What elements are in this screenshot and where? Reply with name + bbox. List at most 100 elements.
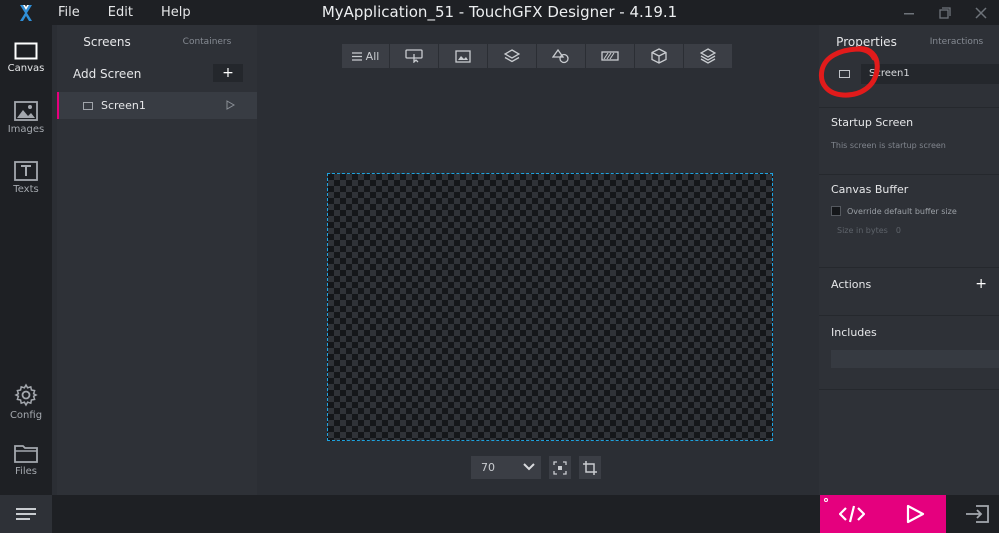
toolbar-all-button[interactable]: All — [342, 44, 390, 68]
screens-panel-tabs: Screens Containers — [57, 25, 257, 59]
menu-lines-icon — [16, 508, 36, 520]
gear-icon — [14, 383, 38, 407]
rail-item-images[interactable]: Images — [0, 91, 52, 145]
zoom-select[interactable]: 70 — [471, 456, 541, 479]
play-outline-icon[interactable] — [225, 100, 235, 110]
startup-screen-note: This screen is startup screen — [831, 141, 946, 150]
left-navigation-rail: Canvas Images Texts Config Files — [0, 25, 52, 533]
widget-toolbar: All — [342, 44, 732, 68]
close-button[interactable] — [963, 0, 999, 25]
minimize-button[interactable] — [891, 0, 927, 25]
title-bar: File Edit Help MyApplication_51 - TouchG… — [0, 0, 999, 25]
screen-icon — [83, 101, 93, 110]
add-action-button[interactable]: + — [975, 276, 987, 292]
override-buffer-label: Override default buffer size — [847, 206, 957, 216]
rail-item-files[interactable]: Files — [0, 433, 52, 487]
buffer-size-label: Size in bytes — [837, 226, 888, 235]
touchgfx-designer-window: File Edit Help MyApplication_51 - TouchG… — [0, 0, 999, 533]
rail-item-canvas[interactable]: Canvas — [0, 31, 52, 85]
toolbar-shapes-button[interactable] — [537, 44, 586, 68]
startup-screen-section: Startup Screen This screen is startup sc… — [819, 107, 999, 173]
layers-icon — [504, 49, 520, 63]
override-buffer-row: Override default buffer size — [831, 206, 999, 216]
fit-to-screen-button[interactable] — [549, 456, 571, 479]
run-simulator-button[interactable] — [883, 495, 946, 533]
selected-indicator — [57, 92, 59, 119]
crop-button[interactable] — [579, 456, 601, 479]
toolbar-container-button[interactable] — [635, 44, 684, 68]
add-screen-button[interactable]: + — [213, 64, 243, 82]
crop-icon — [583, 460, 597, 475]
toolbar-interaction-button[interactable] — [390, 44, 439, 68]
window-controls — [891, 0, 999, 25]
text-icon — [14, 161, 38, 181]
list-icon — [351, 51, 362, 61]
rail-label-images: Images — [7, 124, 45, 135]
folder-icon — [14, 445, 38, 463]
image-icon — [14, 101, 38, 121]
buffer-size-row: Size in bytes 0 — [831, 226, 999, 235]
canvas-icon — [14, 42, 38, 60]
add-screen-row: Add Screen + — [57, 59, 257, 89]
screen-item-label: Screen1 — [101, 99, 146, 112]
includes-input[interactable] — [831, 350, 999, 368]
screen-name-input[interactable]: Screen1 — [861, 64, 999, 84]
3d-box-icon — [651, 48, 667, 64]
toolbar-layers-button[interactable] — [488, 44, 537, 68]
includes-section: Includes — [819, 315, 999, 389]
zoom-value: 70 — [481, 461, 495, 474]
tab-interactions[interactable]: Interactions — [914, 37, 999, 47]
canvas-buffer-section: Canvas Buffer Override default buffer si… — [819, 174, 999, 266]
toolbar-image-button[interactable] — [439, 44, 488, 68]
restore-icon — [939, 6, 951, 19]
touchgfx-logo-icon — [0, 0, 52, 25]
interaction-icon — [405, 49, 423, 63]
properties-panel: Properties Interactions Screen1 Startup … — [819, 25, 999, 495]
minimize-icon — [904, 12, 914, 14]
tab-screens[interactable]: Screens — [57, 35, 157, 49]
buffer-size-value: 0 — [895, 226, 901, 235]
canvas-area: All 70 — [258, 25, 818, 495]
image-icon — [455, 49, 471, 63]
rail-item-texts[interactable]: Texts — [0, 151, 52, 205]
toolbar-stack-button[interactable] — [684, 44, 732, 68]
stack-icon — [700, 48, 716, 64]
zoom-controls: 70 — [471, 456, 601, 479]
close-icon — [975, 6, 987, 19]
override-buffer-checkbox[interactable] — [831, 206, 841, 216]
generate-code-button[interactable] — [820, 495, 883, 533]
menu-edit[interactable]: Edit — [108, 5, 133, 20]
toolbar-progress-button[interactable] — [586, 44, 635, 68]
generate-run-group — [820, 495, 946, 533]
screen-canvas[interactable] — [327, 173, 773, 441]
rail-label-texts: Texts — [13, 184, 39, 195]
menu-bar: File Edit Help — [58, 0, 219, 25]
screens-panel: Screens Containers Add Screen + Screen1 — [57, 25, 257, 495]
screen-icon — [839, 70, 850, 78]
chevron-down-icon — [523, 463, 535, 471]
rail-label-canvas: Canvas — [7, 63, 45, 74]
run-target-button[interactable] — [955, 495, 999, 533]
sign-in-icon — [966, 505, 989, 523]
menu-file[interactable]: File — [58, 5, 80, 20]
actions-section: Actions + — [819, 267, 999, 315]
toolbar-all-label: All — [365, 49, 380, 63]
actions-title: Actions — [831, 278, 872, 291]
shapes-icon — [552, 48, 569, 63]
add-screen-label: Add Screen — [73, 67, 142, 81]
startup-screen-title: Startup Screen — [831, 116, 914, 129]
rail-item-config[interactable]: Config — [0, 375, 52, 429]
play-icon — [906, 504, 924, 524]
includes-title: Includes — [831, 326, 877, 339]
restore-button[interactable] — [927, 0, 963, 25]
code-icon — [838, 505, 865, 523]
screen-name-row: Screen1 — [819, 59, 999, 89]
tab-containers[interactable]: Containers — [157, 37, 257, 47]
screen-list-item[interactable]: Screen1 — [57, 92, 257, 119]
rail-label-config: Config — [9, 410, 43, 421]
menu-help[interactable]: Help — [161, 5, 191, 20]
log-toggle-button[interactable] — [0, 495, 52, 533]
tab-properties[interactable]: Properties — [819, 35, 914, 49]
canvas-buffer-title: Canvas Buffer — [831, 183, 909, 196]
status-dot — [824, 498, 828, 502]
